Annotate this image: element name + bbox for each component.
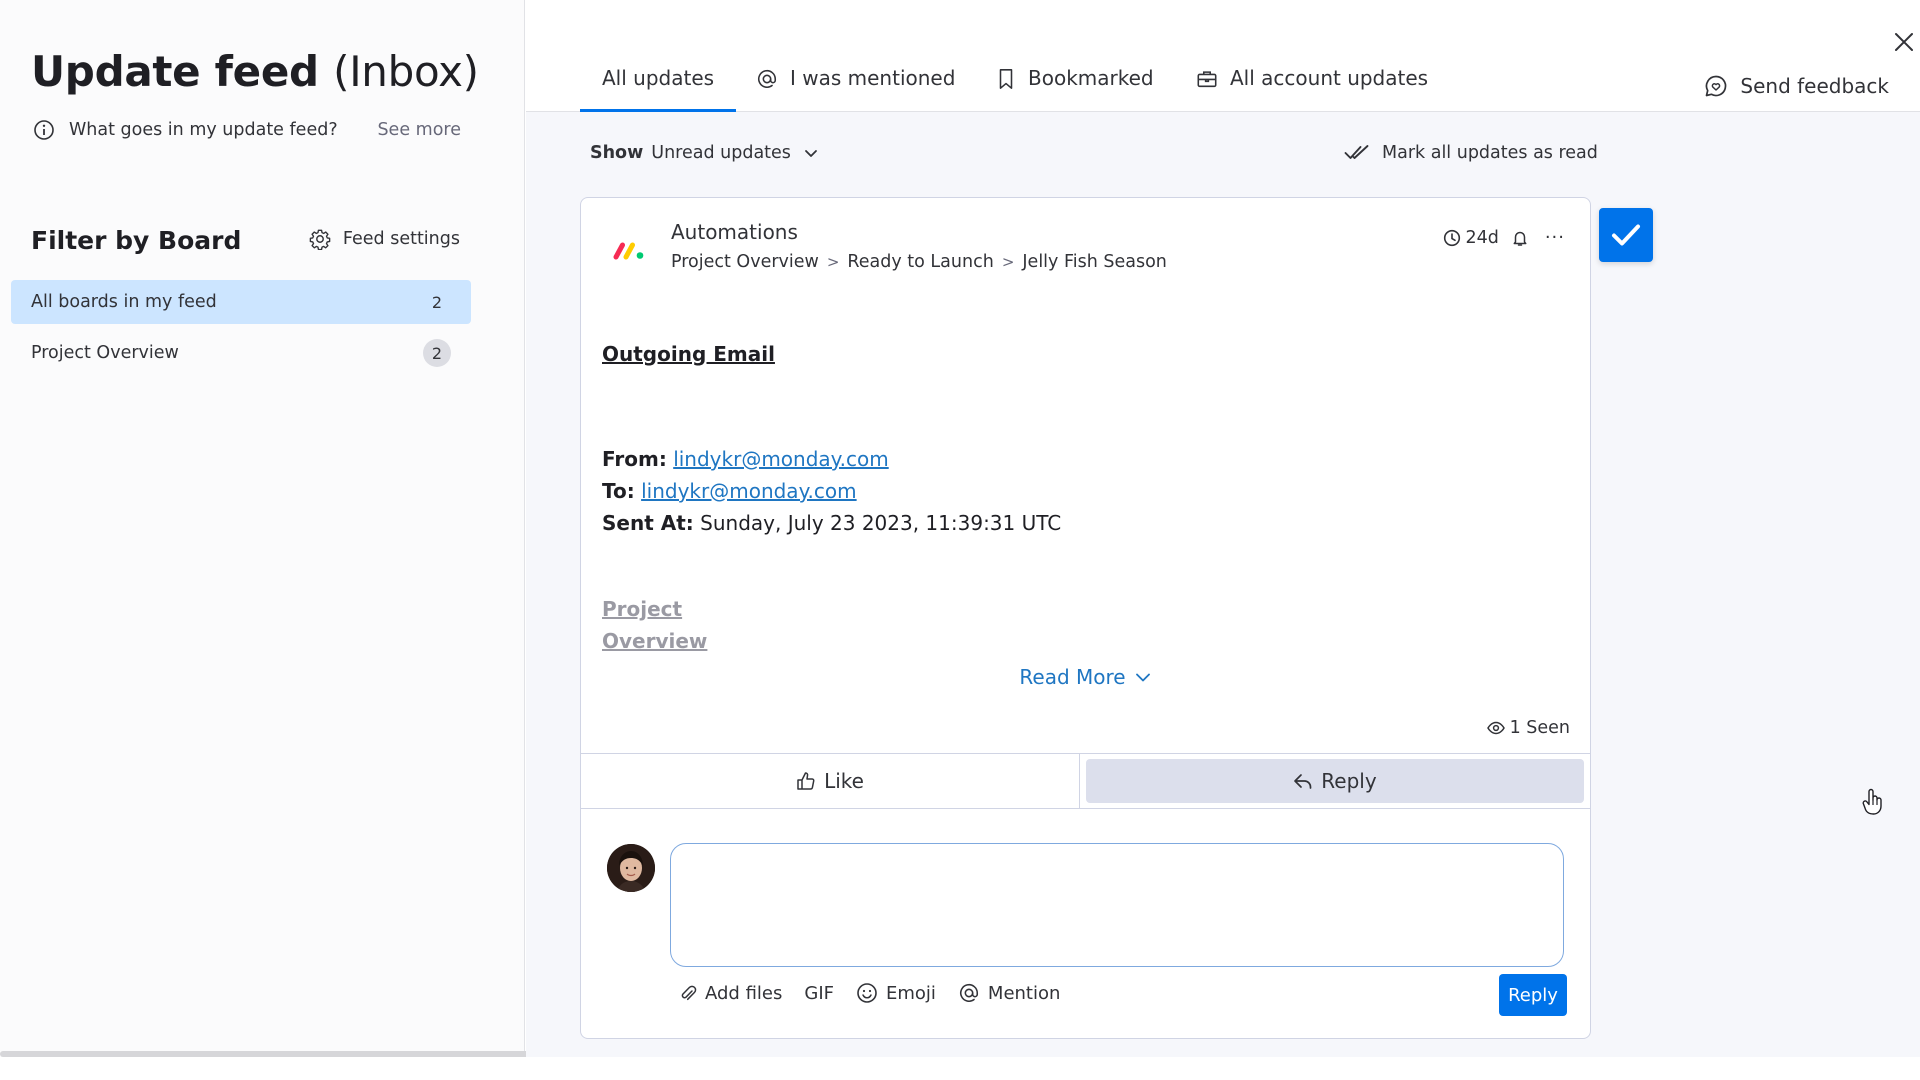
email-to-link[interactable]: lindykr@monday.com: [641, 479, 857, 503]
email-sent-label: Sent At:: [602, 511, 694, 535]
chevron-down-icon: [1135, 673, 1150, 682]
update-meta: 24d ···: [1443, 227, 1565, 248]
breadcrumb-item[interactable]: Ready to Launch: [847, 252, 993, 272]
update-author[interactable]: Automations: [671, 220, 798, 244]
emoji-icon: [857, 983, 877, 1003]
close-icon[interactable]: [1893, 31, 1915, 53]
board-filter-label: Project Overview: [31, 343, 179, 363]
feed-settings-button[interactable]: Feed settings: [309, 228, 460, 250]
tab-all-updates[interactable]: All updates: [580, 66, 737, 112]
board-filter-label: All boards in my feed: [31, 292, 217, 312]
email-from-link[interactable]: lindykr@monday.com: [673, 447, 889, 471]
gear-icon: [309, 229, 331, 250]
gif-label: GIF: [804, 982, 834, 1004]
board-count-badge: 2: [423, 339, 451, 367]
bell-icon[interactable]: [1511, 229, 1529, 247]
add-files-label: Add files: [705, 982, 783, 1004]
tab-all-account-updates[interactable]: All account updates: [1196, 66, 1428, 112]
like-button[interactable]: Like: [581, 754, 1080, 808]
feed-info-row: What goes in my update feed? See more: [33, 116, 463, 144]
at-icon: [757, 70, 777, 88]
seen-indicator[interactable]: 1 Seen: [1486, 718, 1570, 738]
tab-i-was-mentioned[interactable]: I was mentioned: [756, 66, 955, 112]
email-heading: Outgoing Email: [602, 342, 775, 366]
email-from-row: From: lindykr@monday.com: [602, 443, 889, 475]
email-sent-value: Sunday, July 23 2023, 11:39:31 UTC: [700, 511, 1062, 535]
bookmark-icon: [999, 69, 1013, 89]
reply-label: Reply: [1321, 769, 1377, 793]
feed-info-text[interactable]: What goes in my update feed?: [69, 120, 338, 140]
gif-button[interactable]: GIF: [804, 983, 834, 1004]
hand-pointer-icon: [1862, 788, 1882, 815]
page-title: Update feed (Inbox): [31, 47, 479, 96]
tab-label: I was mentioned: [790, 66, 956, 90]
monday-logo-icon: [613, 242, 644, 260]
reply-input[interactable]: [670, 843, 1564, 967]
update-card: Automations Project Overview > Ready to …: [580, 197, 1591, 1039]
user-avatar-image: [607, 844, 655, 892]
email-sent-row: Sent At: Sunday, July 23 2023, 11:39:31 …: [602, 507, 1061, 539]
eye-icon: [1486, 721, 1505, 735]
email-from-label: From:: [602, 447, 667, 471]
briefcase-icon: [1197, 71, 1217, 88]
avatar[interactable]: [607, 844, 655, 892]
mark-all-read-button[interactable]: Mark all updates as read: [1344, 143, 1598, 163]
mention-button[interactable]: Mention: [958, 982, 1061, 1004]
breadcrumb-item[interactable]: Jelly Fish Season: [1022, 252, 1167, 272]
reply-arrow-icon: [1294, 774, 1312, 789]
read-more-button[interactable]: Read More: [581, 665, 1590, 689]
checkmark-icon: [1612, 224, 1640, 246]
paperclip-icon: [681, 985, 697, 1001]
see-more-link[interactable]: See more: [377, 120, 461, 140]
reply-submit-button[interactable]: Reply: [1499, 974, 1567, 1016]
left-panel: Update feed (Inbox) What goes in my upda…: [0, 0, 525, 1057]
at-icon: [959, 984, 978, 1002]
tab-label: All updates: [602, 66, 715, 90]
chevron-right-icon: >: [1001, 253, 1015, 271]
show-value: Unread updates: [651, 143, 791, 163]
show-filter-dropdown[interactable]: Show Unread updates: [590, 143, 819, 163]
mention-label: Mention: [987, 982, 1061, 1004]
thumbs-up-icon: [797, 772, 815, 790]
chevron-right-icon: >: [826, 253, 840, 271]
feedback-icon: [1706, 75, 1727, 97]
board-filter-project-overview[interactable]: Project Overview 2: [11, 331, 471, 375]
tab-bookmarked[interactable]: Bookmarked: [996, 66, 1154, 112]
like-label: Like: [824, 769, 864, 793]
info-icon: [34, 120, 54, 140]
board-count-badge: 2: [431, 292, 443, 312]
mark-all-read-label: Mark all updates as read: [1382, 143, 1598, 163]
seen-count: 1 Seen: [1509, 718, 1570, 738]
page-title-main: Update feed: [31, 47, 319, 96]
feed-settings-label: Feed settings: [342, 229, 460, 249]
tab-label: Bookmarked: [1028, 66, 1154, 90]
emoji-label: Emoji: [886, 982, 936, 1004]
faded-board-link[interactable]: Project Overview: [602, 593, 707, 657]
add-files-button[interactable]: Add files: [679, 983, 782, 1004]
filter-by-board-heading: Filter by Board: [31, 226, 242, 255]
send-feedback-button[interactable]: Send feedback: [1704, 74, 1889, 98]
tabs-bar: All updates I was mentioned Bookmarked A…: [526, 0, 1920, 112]
board-filter-all[interactable]: All boards in my feed 2: [11, 280, 471, 324]
more-options-icon[interactable]: ···: [1545, 227, 1565, 248]
read-more-label: Read More: [1019, 665, 1126, 689]
editor-toolbar: Add files GIF Emoji Mention: [679, 982, 1082, 1004]
right-panel: All updates I was mentioned Bookmarked A…: [526, 0, 1920, 1057]
breadcrumb: Project Overview > Ready to Launch > Jel…: [671, 252, 1167, 272]
email-to-label: To:: [602, 479, 635, 503]
breadcrumb-item[interactable]: Project Overview: [671, 252, 819, 272]
tab-label: All account updates: [1230, 66, 1429, 90]
update-age: 24d: [1465, 227, 1499, 248]
double-check-icon: [1344, 145, 1369, 159]
mark-read-checkbox[interactable]: [1599, 208, 1653, 262]
chevron-down-icon: [805, 150, 817, 157]
email-to-row: To: lindykr@monday.com: [602, 475, 857, 507]
update-action-bar: Like Reply: [581, 753, 1590, 809]
emoji-button[interactable]: Emoji: [856, 982, 936, 1004]
page-title-suffix: (Inbox): [333, 47, 479, 96]
reply-button[interactable]: Reply: [1086, 759, 1584, 803]
send-feedback-label: Send feedback: [1740, 74, 1889, 98]
clock-icon: [1444, 229, 1461, 246]
show-label: Show: [590, 143, 644, 163]
